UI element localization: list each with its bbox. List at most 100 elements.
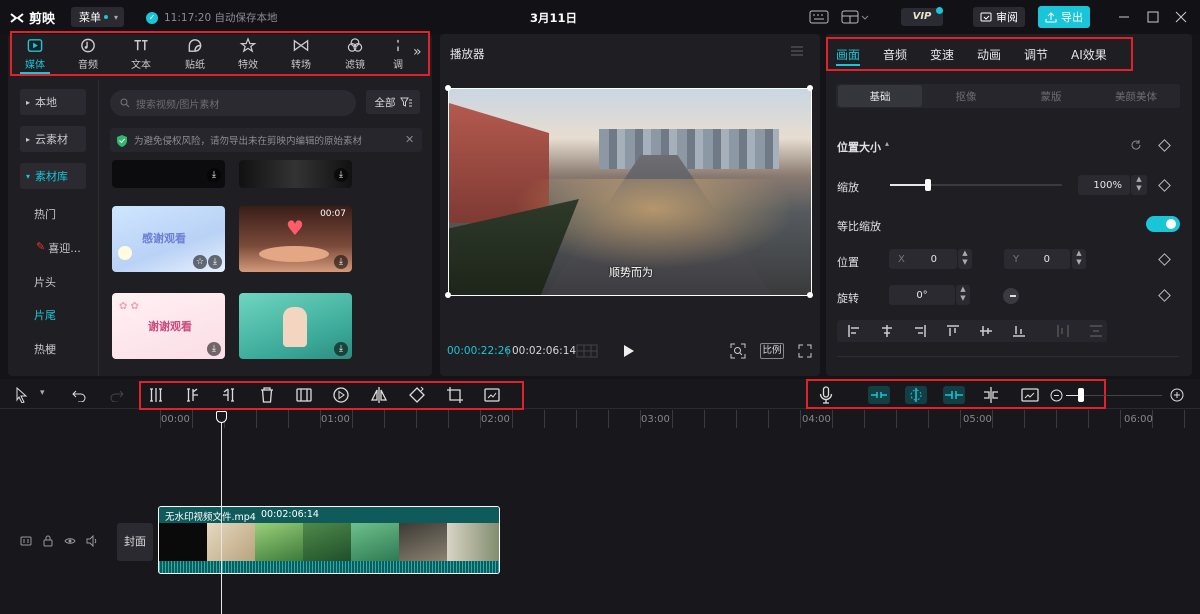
eye-icon[interactable]: [64, 535, 76, 547]
fullscreen-icon[interactable]: [798, 344, 812, 358]
trash-icon[interactable]: [258, 386, 276, 404]
rotate-input[interactable]: 0°: [889, 285, 955, 305]
smart-crop-icon[interactable]: [483, 386, 501, 404]
material-thumb[interactable]: ⤓: [112, 160, 225, 188]
play-icon[interactable]: [623, 344, 635, 358]
track-hide-icon[interactable]: [20, 535, 32, 547]
close-icon[interactable]: [1174, 10, 1188, 24]
filter-dropdown[interactable]: 全部: [366, 90, 420, 114]
tab-picture[interactable]: 画面: [836, 46, 860, 63]
uniform-scale-toggle[interactable]: [1146, 216, 1180, 232]
thumbnail-view-icon[interactable]: [1021, 386, 1039, 404]
split-icon[interactable]: [147, 386, 165, 404]
auto-snap-toggle[interactable]: [905, 386, 927, 404]
tab-filter[interactable]: 滤镜: [330, 37, 380, 71]
align-center-h-icon[interactable]: [881, 325, 893, 337]
main-track-magnet-toggle[interactable]: [868, 386, 890, 404]
hamburger-icon[interactable]: [791, 46, 803, 56]
sidebar-item-library[interactable]: ▾ 素材库: [20, 163, 86, 189]
download-icon[interactable]: ⤓: [334, 168, 348, 182]
subtab-basic[interactable]: 基础: [838, 85, 922, 107]
position-y-input[interactable]: Y0: [1004, 249, 1070, 269]
subtab-beauty[interactable]: 美颜美体: [1094, 85, 1178, 107]
undo-icon[interactable]: [72, 388, 86, 402]
tab-animation[interactable]: 动画: [977, 46, 1001, 63]
tab-adjust[interactable]: 调: [388, 37, 408, 71]
sidebar-sub-item[interactable]: 热门: [34, 206, 56, 222]
subtab-cutout[interactable]: 抠像: [924, 85, 1008, 107]
align-left-icon[interactable]: [848, 325, 860, 337]
delete-right-icon[interactable]: [220, 386, 238, 404]
align-middle-icon[interactable]: [980, 325, 992, 337]
tab-effects[interactable]: 特效: [223, 37, 273, 71]
sidebar-sub-item[interactable]: 片头: [34, 274, 56, 290]
distribute-v-icon[interactable]: [1090, 325, 1102, 337]
menu-button[interactable]: 菜单 ▾: [71, 7, 124, 27]
timeline-ruler[interactable]: [160, 410, 1200, 428]
tab-audio-props[interactable]: 音频: [883, 46, 907, 63]
position-y-stepper[interactable]: ▲ ▼: [1072, 249, 1086, 269]
scale-slider-handle[interactable]: [924, 179, 931, 191]
download-icon[interactable]: ⤓: [207, 342, 221, 356]
resize-handle[interactable]: [807, 85, 813, 91]
playhead-line[interactable]: [221, 420, 222, 614]
tab-audio[interactable]: 音频: [63, 37, 113, 71]
position-x-stepper[interactable]: ▲ ▼: [958, 249, 972, 269]
lock-icon[interactable]: [42, 535, 54, 547]
zoom-slider-handle[interactable]: [1078, 388, 1084, 402]
material-thumb[interactable]: ⤓: [239, 160, 352, 188]
review-button[interactable]: 审阅: [973, 7, 1025, 27]
download-icon[interactable]: ⤓: [208, 255, 222, 269]
tab-speed[interactable]: 变速: [930, 46, 954, 63]
cover-button[interactable]: 封面: [117, 523, 153, 561]
tab-media[interactable]: 媒体: [10, 37, 60, 71]
rotate-stepper[interactable]: ▲ ▼: [956, 285, 970, 305]
download-icon[interactable]: ⤓: [334, 342, 348, 356]
tab-adjustment[interactable]: 调节: [1024, 46, 1048, 63]
section-position-size[interactable]: 位置大小 ▴: [837, 139, 889, 155]
download-icon[interactable]: ⤓: [207, 168, 221, 182]
sidebar-sub-item-active[interactable]: 片尾: [34, 307, 56, 323]
select-cursor-icon[interactable]: [15, 387, 29, 403]
chevron-down-icon[interactable]: ▾: [40, 388, 45, 398]
material-thumb[interactable]: 感谢观看 ☆ ⤓: [112, 206, 225, 272]
maximize-icon[interactable]: [1146, 10, 1160, 24]
tab-sticker[interactable]: 贴纸: [170, 37, 220, 71]
tab-ai-effects[interactable]: AI效果: [1071, 46, 1107, 63]
sidebar-sub-item[interactable]: ✎ 喜迎...: [36, 240, 81, 256]
reset-icon[interactable]: [1130, 139, 1142, 151]
crop-icon[interactable]: [446, 386, 464, 404]
playhead-handle[interactable]: [216, 411, 227, 423]
material-thumb[interactable]: 00:07 ♥ ⤓: [239, 206, 352, 272]
resize-handle[interactable]: [445, 85, 451, 91]
reverse-play-icon[interactable]: [332, 386, 350, 404]
sidebar-item-cloud[interactable]: ▸ 云素材: [20, 126, 86, 152]
video-clip[interactable]: 无水印视频文件.mp4 00:02:06:14: [158, 506, 500, 574]
grid-icon[interactable]: [576, 344, 598, 358]
preview-axis-icon[interactable]: [982, 386, 1000, 404]
microphone-icon[interactable]: [817, 386, 835, 404]
export-button[interactable]: 导出: [1038, 6, 1090, 28]
position-x-input[interactable]: X0: [889, 249, 957, 269]
more-tabs-icon[interactable]: »: [413, 44, 422, 60]
align-right-icon[interactable]: [914, 325, 926, 337]
keyboard-icon[interactable]: [808, 9, 830, 25]
zoom-in-icon[interactable]: [1170, 388, 1184, 402]
speaker-icon[interactable]: [86, 535, 98, 547]
rotate-dial[interactable]: [1003, 288, 1019, 304]
scale-input[interactable]: 100%: [1078, 175, 1130, 195]
minimize-icon[interactable]: [1117, 10, 1131, 24]
download-icon[interactable]: ⤓: [334, 255, 348, 269]
ratio-button[interactable]: 比例: [760, 343, 784, 359]
zoom-out-icon[interactable]: [1050, 389, 1063, 402]
redo-icon[interactable]: [110, 388, 124, 402]
freeze-frame-icon[interactable]: [295, 386, 313, 404]
subtab-mask[interactable]: 蒙版: [1009, 85, 1093, 107]
resize-handle[interactable]: [445, 292, 451, 298]
sidebar-item-local[interactable]: ▸ 本地: [20, 89, 86, 115]
search-input[interactable]: 搜索视频/图片素材: [110, 90, 356, 116]
align-top-icon[interactable]: [947, 325, 959, 337]
scale-stepper[interactable]: ▲ ▼: [1131, 175, 1147, 195]
mirror-icon[interactable]: [370, 386, 388, 404]
distribute-h-icon[interactable]: [1057, 325, 1069, 337]
